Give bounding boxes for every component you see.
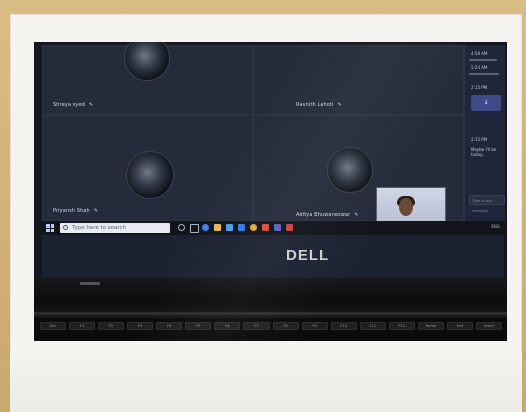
download-attachment[interactable]: ↓: [471, 95, 501, 111]
mic-muted-icon: ✎: [93, 208, 99, 214]
chat-time: 4:58 AM: [471, 51, 488, 56]
chat-time: 5:24 AM: [471, 65, 488, 70]
key[interactable]: F5: [185, 322, 212, 330]
mic-muted-icon: ✎: [337, 102, 342, 108]
teams-icon[interactable]: [274, 224, 281, 231]
key[interactable]: F8: [272, 322, 299, 330]
participant-name: Priyansh Shah ✎: [53, 208, 99, 214]
cortana-icon[interactable]: [178, 224, 185, 231]
participant-tile[interactable]: Shreya syed ✎: [42, 42, 253, 115]
key[interactable]: Esc: [40, 322, 67, 330]
participant-tile[interactable]: Priyansh Shah ✎: [42, 115, 253, 221]
key[interactable]: F10: [330, 322, 357, 330]
file-explorer-icon[interactable]: [214, 224, 221, 231]
key[interactable]: F1: [69, 322, 96, 330]
search-placeholder: Type here to search: [72, 225, 127, 231]
key[interactable]: End: [446, 322, 473, 330]
participant-grid: Shreya syed ✎ Ravnith Lahoti ✎ Priyansh Sh…: [42, 42, 464, 225]
participant-avatar: [328, 148, 372, 192]
chat-time: 2:15 PM: [471, 137, 488, 142]
laptop-photo: Shreya syed ✎ Ravnith Lahoti ✎ Priyansh Sh…: [34, 42, 507, 341]
mail-icon[interactable]: [238, 224, 245, 231]
self-view-face: [399, 198, 413, 216]
chat-panel: 4:58 AM 5:24 AM 2:15 PM ↓ 2:15 PM Maybe …: [464, 45, 505, 221]
status-light: [80, 282, 100, 285]
hinge-edge: [34, 312, 507, 315]
office-icon[interactable]: [262, 224, 269, 231]
mic-muted-icon: ✎: [354, 212, 359, 218]
key[interactable]: F11: [359, 322, 386, 330]
self-view-video[interactable]: [376, 187, 446, 225]
key[interactable]: F3: [127, 322, 154, 330]
pdf-icon[interactable]: [286, 224, 293, 231]
chat-time: 2:15 PM: [471, 85, 488, 90]
key[interactable]: F4: [156, 322, 183, 330]
screen-bezel: Shreya syed ✎ Ravnith Lahoti ✎ Priyansh Sh…: [34, 42, 507, 280]
participant-tile[interactable]: Ravnith Lahoti ✎: [253, 45, 464, 115]
key[interactable]: F12: [388, 322, 415, 330]
windows-taskbar: Type here to search ENG: [42, 221, 504, 235]
chrome-icon[interactable]: [250, 224, 257, 231]
key[interactable]: F6: [214, 322, 241, 330]
store-icon[interactable]: [226, 224, 233, 231]
key[interactable]: Home: [417, 322, 444, 330]
windows-start-icon[interactable]: [46, 224, 54, 232]
participant-name: Ravnith Lahoti ✎: [296, 102, 342, 108]
key[interactable]: F9: [301, 322, 328, 330]
video-call-screen: Shreya syed ✎ Ravnith Lahoti ✎ Priyansh Sh…: [42, 42, 505, 278]
participant-name: Shreya syed ✎: [53, 102, 94, 108]
chat-line: [469, 73, 499, 75]
mic-muted-icon: ✎: [88, 102, 94, 108]
chat-line: [469, 59, 497, 61]
key[interactable]: F2: [98, 322, 125, 330]
key[interactable]: F7: [243, 322, 270, 330]
download-icon: ↓: [483, 99, 489, 106]
search-icon: [63, 225, 68, 230]
chat-message: Maybe I'll be today...: [471, 147, 497, 157]
key[interactable]: Insert: [475, 322, 502, 330]
keyboard: Esc F1 F2 F3 F4 F5 F6 F7 F8 F9 F10 F11 F…: [34, 318, 507, 341]
chat-input[interactable]: Type a new message: [469, 195, 505, 213]
participant-avatar: [125, 42, 169, 80]
dell-logo: DELL: [286, 247, 330, 264]
participant-avatar: [127, 152, 173, 198]
edge-browser-icon[interactable]: [202, 224, 209, 231]
laptop-hinge: [34, 278, 507, 321]
taskbar-search-box[interactable]: Type here to search: [60, 223, 170, 233]
function-key-row: Esc F1 F2 F3 F4 F5 F6 F7 F8 F9 F10 F11 F…: [40, 322, 502, 330]
participant-name: Aditya Bhuwaneswar ✎: [296, 212, 359, 218]
system-tray[interactable]: ENG: [491, 224, 500, 229]
task-view-icon[interactable]: [190, 224, 199, 233]
